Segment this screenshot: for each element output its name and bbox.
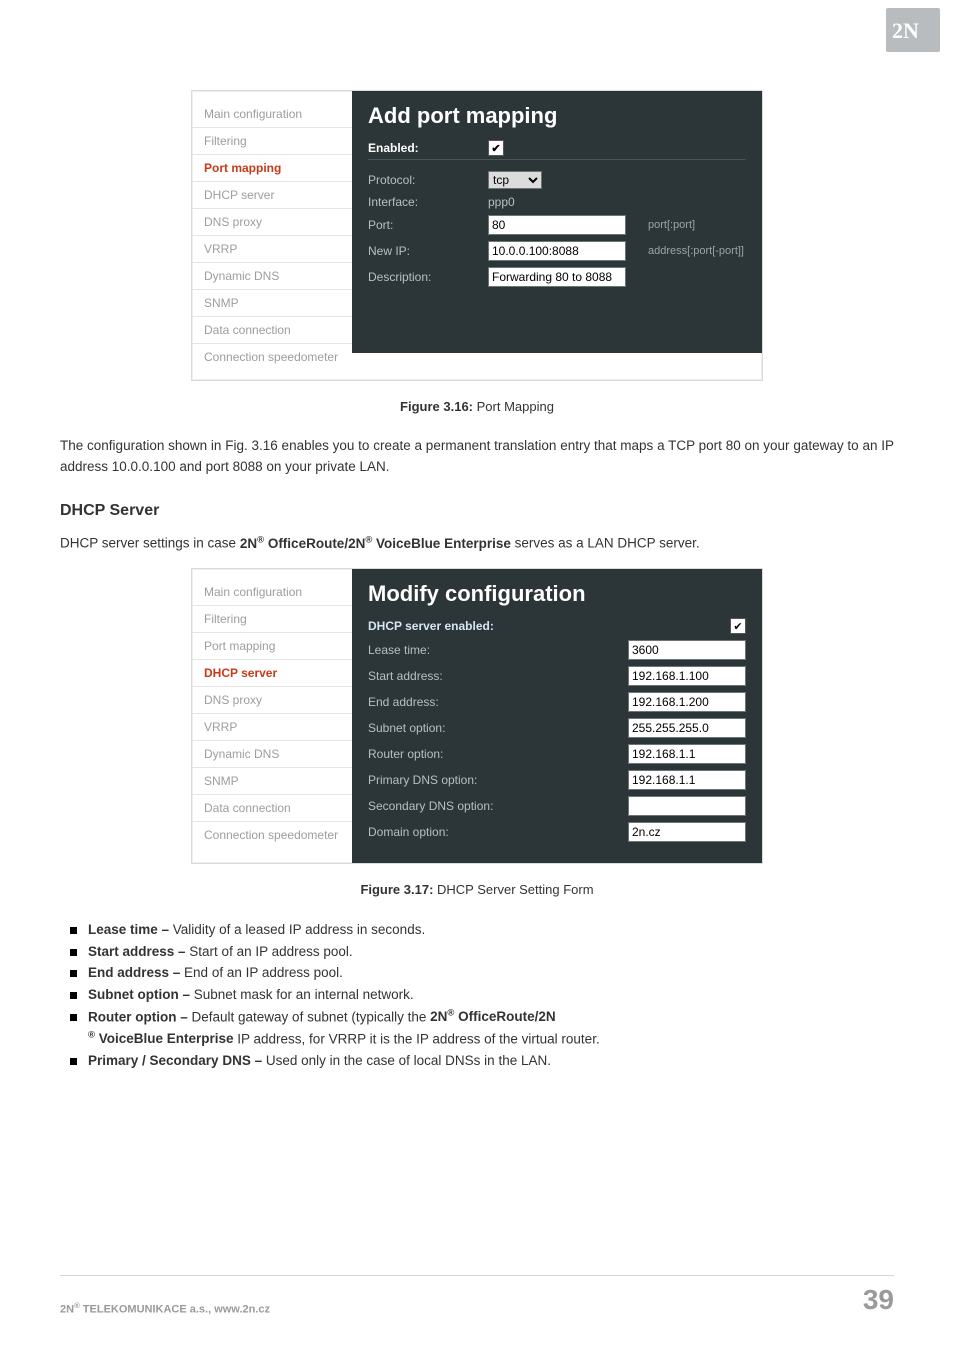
router-option-label: Router option:: [368, 747, 628, 761]
nav2-snmp[interactable]: SNMP: [192, 768, 352, 795]
primary-dns-input[interactable]: [628, 770, 746, 790]
end-address-label: End address:: [368, 695, 628, 709]
enabled-label: Enabled:: [368, 141, 488, 155]
description-label: Description:: [368, 270, 488, 284]
fig2-panel: Modify configuration DHCP server enabled…: [352, 569, 762, 863]
dhcp-enabled-checkbox[interactable]: ✔: [730, 618, 746, 634]
nav2-vrrp[interactable]: VRRP: [192, 714, 352, 741]
protocol-select[interactable]: tcp: [488, 171, 542, 189]
paragraph-portmap: The configuration shown in Fig. 3.16 ena…: [60, 436, 894, 478]
fig1-panel: Add port mapping Enabled: ✔ Protocol: tc…: [352, 91, 762, 353]
nav2-data-connection[interactable]: Data connection: [192, 795, 352, 822]
description-input[interactable]: [488, 267, 626, 287]
end-address-input[interactable]: [628, 692, 746, 712]
fig2-title: Modify configuration: [368, 581, 746, 607]
interface-value: ppp0: [488, 195, 515, 209]
nav-data-connection[interactable]: Data connection: [192, 317, 352, 344]
nav2-dns-proxy[interactable]: DNS proxy: [192, 687, 352, 714]
heading-dhcp-server: DHCP Server: [60, 502, 894, 520]
nav-dynamic-dns[interactable]: Dynamic DNS: [192, 263, 352, 290]
subnet-option-label: Subnet option:: [368, 721, 628, 735]
nav-connection-speedometer[interactable]: Connection speedometer: [192, 344, 352, 370]
nav-filtering[interactable]: Filtering: [192, 128, 352, 155]
footer-company: 2N® TELEKOMUNIKACE a.s., www.2n.cz: [60, 1301, 270, 1316]
lease-time-label: Lease time:: [368, 643, 628, 657]
nav2-dynamic-dns[interactable]: Dynamic DNS: [192, 741, 352, 768]
figure-dhcp-server: Main configuration Filtering Port mappin…: [191, 568, 763, 864]
fig1-sidenav: Main configuration Filtering Port mappin…: [192, 91, 352, 380]
nav2-main-configuration[interactable]: Main configuration: [192, 579, 352, 606]
bullet-start-address: Start address – Start of an IP address p…: [66, 941, 894, 963]
footer-page-number: 39: [863, 1284, 894, 1316]
nav2-port-mapping[interactable]: Port mapping: [192, 633, 352, 660]
start-address-label: Start address:: [368, 669, 628, 683]
nav-dhcp-server[interactable]: DHCP server: [192, 182, 352, 209]
enabled-checkbox[interactable]: ✔: [488, 140, 504, 156]
newip-label: New IP:: [368, 244, 488, 258]
start-address-input[interactable]: [628, 666, 746, 686]
bullet-subnet-option: Subnet option – Subnet mask for an inter…: [66, 984, 894, 1006]
nav-main-configuration[interactable]: Main configuration: [192, 101, 352, 128]
router-option-input[interactable]: [628, 744, 746, 764]
newip-hint: address[:port[-port]]: [626, 245, 744, 257]
nav2-filtering[interactable]: Filtering: [192, 606, 352, 633]
paragraph-dhcp-intro: DHCP server settings in case 2N® OfficeR…: [60, 533, 894, 554]
domain-option-input[interactable]: [628, 822, 746, 842]
port-hint: port[:port]: [626, 219, 695, 231]
fig2-sidenav: Main configuration Filtering Port mappin…: [192, 569, 352, 858]
figure1-caption: Figure 3.16: Port Mapping: [60, 399, 894, 414]
figure2-caption: Figure 3.17: DHCP Server Setting Form: [60, 882, 894, 897]
bullet-router-option: Router option – Default gateway of subne…: [66, 1006, 894, 1050]
figure-port-mapping: Main configuration Filtering Port mappin…: [191, 90, 763, 381]
page-footer: 2N® TELEKOMUNIKACE a.s., www.2n.cz 39: [60, 1275, 894, 1316]
bullet-primary-secondary-dns: Primary / Secondary DNS – Used only in t…: [66, 1050, 894, 1072]
domain-option-label: Domain option:: [368, 825, 628, 839]
nav2-connection-speedometer[interactable]: Connection speedometer: [192, 822, 352, 848]
brand-logo: 2N: [886, 8, 940, 52]
nav-dns-proxy[interactable]: DNS proxy: [192, 209, 352, 236]
port-input[interactable]: [488, 215, 626, 235]
bullet-list: Lease time – Validity of a leased IP add…: [60, 919, 894, 1071]
secondary-dns-label: Secondary DNS option:: [368, 799, 628, 813]
bullet-end-address: End address – End of an IP address pool.: [66, 962, 894, 984]
lease-time-input[interactable]: [628, 640, 746, 660]
secondary-dns-input[interactable]: [628, 796, 746, 816]
primary-dns-label: Primary DNS option:: [368, 773, 628, 787]
nav-snmp[interactable]: SNMP: [192, 290, 352, 317]
nav-port-mapping[interactable]: Port mapping: [192, 155, 352, 182]
interface-label: Interface:: [368, 195, 488, 209]
newip-input[interactable]: [488, 241, 626, 261]
port-label: Port:: [368, 218, 488, 232]
logo-text-svg: 2N: [892, 18, 919, 43]
subnet-option-input[interactable]: [628, 718, 746, 738]
dhcp-enabled-label: DHCP server enabled:: [368, 619, 730, 633]
bullet-lease-time: Lease time – Validity of a leased IP add…: [66, 919, 894, 941]
nav-vrrp[interactable]: VRRP: [192, 236, 352, 263]
fig1-title: Add port mapping: [368, 103, 746, 129]
protocol-label: Protocol:: [368, 173, 488, 187]
nav2-dhcp-server[interactable]: DHCP server: [192, 660, 352, 687]
